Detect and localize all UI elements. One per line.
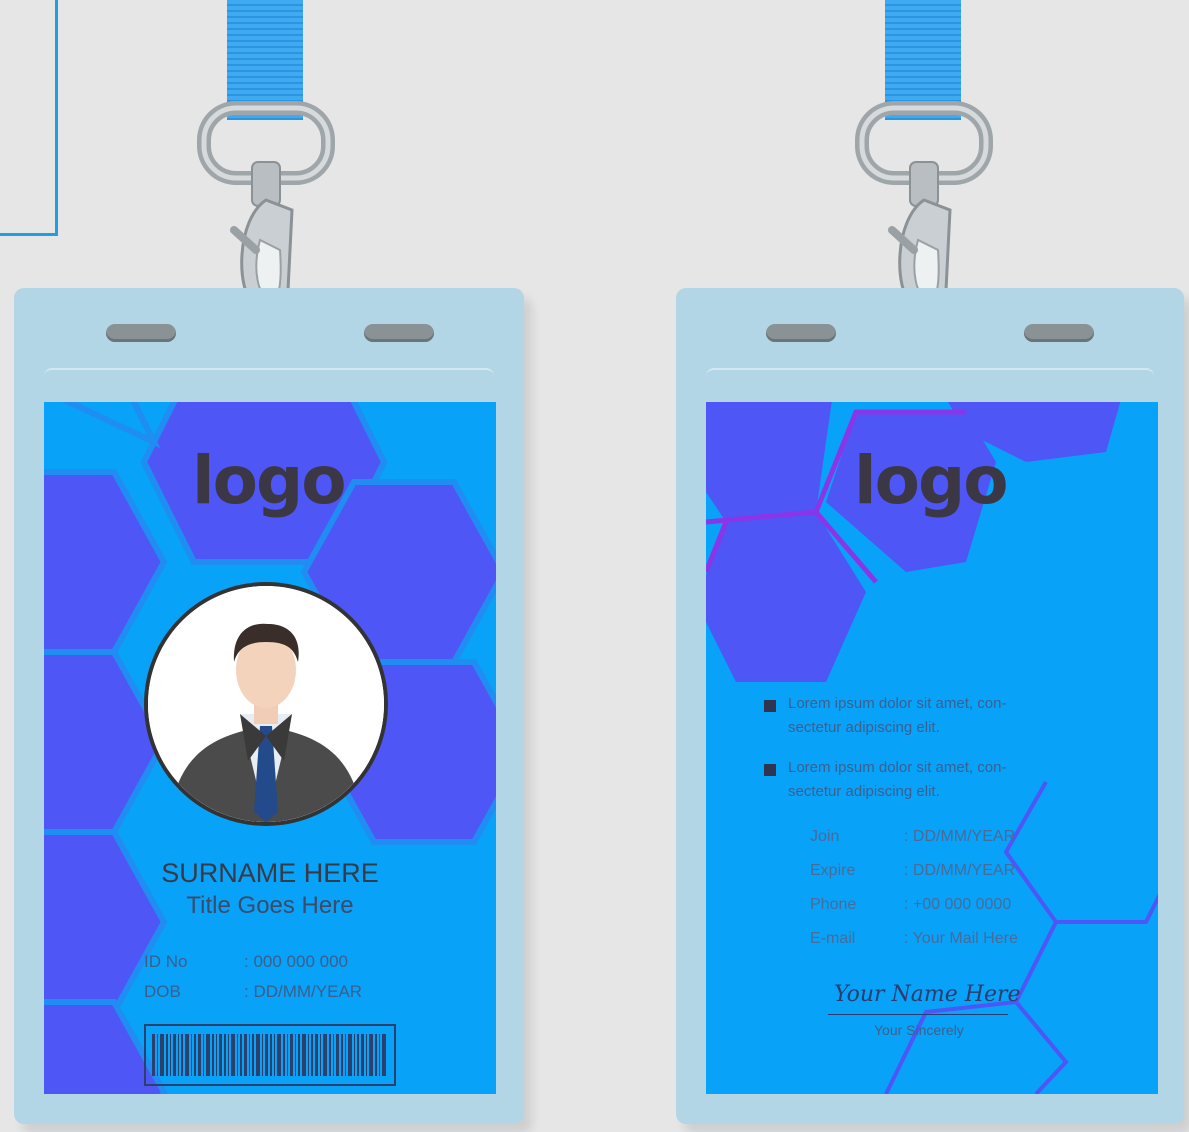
- person-avatar-icon: [148, 586, 384, 822]
- holder-slot: [766, 324, 836, 342]
- field-label-dob: DOB: [144, 982, 181, 1001]
- id-card-back: logo Lorem ipsum dolor sit amet, con- se…: [706, 402, 1158, 1094]
- signature-line: [828, 1014, 1008, 1015]
- field-label-id: ID No: [144, 952, 188, 971]
- field-value-id: : 000 000 000: [244, 952, 348, 971]
- bullet-marker: [764, 700, 776, 712]
- decorative-frame-line: [0, 0, 58, 236]
- holder-slot: [106, 324, 176, 342]
- field-value-join: : DD/MM/YEAR: [904, 828, 1016, 845]
- bullet-marker: [764, 764, 776, 776]
- field-value-email: : Your Mail Here: [904, 930, 1018, 947]
- badge-holder-front: logo SURNAME HERE Title Goes Here ID No …: [14, 288, 524, 1124]
- signature-label: Your Sincerely: [874, 1022, 964, 1038]
- field-value-dob: : DD/MM/YEAR: [244, 982, 363, 1001]
- field-value-expire: : DD/MM/YEAR: [904, 862, 1016, 879]
- field-label-join: Join: [810, 828, 840, 845]
- holder-pocket-edge: [44, 368, 494, 376]
- barcode: [144, 1024, 396, 1086]
- profile-photo: [144, 582, 388, 826]
- field-label-phone: Phone: [810, 896, 857, 913]
- back-logo: logo: [854, 442, 1009, 519]
- job-title: Title Goes Here: [186, 892, 354, 919]
- badge-holder-back: logo Lorem ipsum dolor sit amet, con- se…: [676, 288, 1184, 1124]
- bullet-text: Lorem ipsum dolor sit amet, con- sectetu…: [788, 759, 1007, 800]
- holder-pocket-edge: [706, 368, 1154, 376]
- field-label-email: E-mail: [810, 930, 856, 947]
- holder-slot: [364, 324, 434, 342]
- field-value-phone: : +00 000 0000: [904, 896, 1012, 913]
- surname: SURNAME HERE: [161, 858, 379, 888]
- id-card-front: logo SURNAME HERE Title Goes Here ID No …: [44, 402, 496, 1094]
- holder-slot: [1024, 324, 1094, 342]
- field-label-expire: Expire: [810, 862, 856, 879]
- barcode-icon: [152, 1034, 386, 1076]
- front-logo: logo: [192, 442, 347, 519]
- bullet-text: Lorem ipsum dolor sit amet, con- sectetu…: [788, 695, 1007, 736]
- signature: Your Name Here: [834, 982, 1021, 1007]
